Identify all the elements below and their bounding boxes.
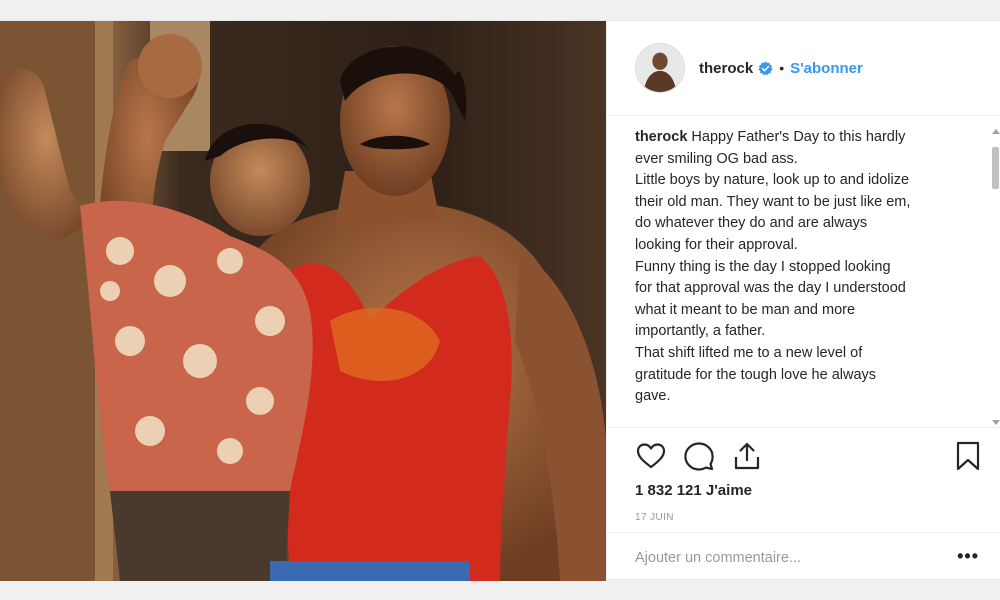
bookmark-icon[interactable] xyxy=(953,440,983,472)
caption-line: do whatever they do and are always xyxy=(635,215,868,232)
post-actions: 1 832 121 J'aime 17 JUIN ••• xyxy=(607,427,1000,581)
username-link[interactable]: therock xyxy=(699,60,753,77)
comment-input[interactable] xyxy=(635,549,935,566)
caption-line: importantly, a father. xyxy=(635,323,766,340)
caption-line: Little boys by nature, look up to and id… xyxy=(635,172,910,189)
like-count[interactable]: 1 832 121 J'aime xyxy=(635,482,752,499)
caption-text: Happy Father's Day to this hardly xyxy=(691,129,906,145)
post-header: therock • S'abonner xyxy=(607,21,1000,116)
comment-bar: ••• xyxy=(607,532,1000,582)
caption-username[interactable]: therock xyxy=(635,129,687,145)
action-icons xyxy=(635,440,779,472)
post-photo[interactable] xyxy=(0,21,606,581)
scrollbar-thumb[interactable] xyxy=(992,147,999,189)
caption-line: therock Happy Father's Day to this hardl… xyxy=(635,127,983,149)
caption-line: for that approval was the day I understo… xyxy=(635,280,906,297)
post-sidebar: therock • S'abonner therock Happy Father… xyxy=(606,21,1000,581)
avatar[interactable] xyxy=(635,43,685,93)
scroll-down-arrow-icon[interactable] xyxy=(992,420,1000,425)
avatar-image xyxy=(636,44,684,92)
post-photo-image xyxy=(0,21,606,581)
verified-badge-icon xyxy=(758,60,773,75)
caption-line: That shift lifted me to a new level of xyxy=(635,344,863,361)
post-date[interactable]: 17 JUIN xyxy=(635,512,674,523)
caption-line: what it meant to be man and more xyxy=(635,301,856,318)
speech-bubble-icon[interactable] xyxy=(683,440,715,472)
caption-line: their old man. They want to be just like… xyxy=(635,193,911,210)
post-caption: therock Happy Father's Day to this hardl… xyxy=(635,127,983,427)
more-options-icon[interactable]: ••• xyxy=(957,547,979,565)
caption-line: looking for their approval. xyxy=(635,236,798,253)
follow-button[interactable]: S'abonner xyxy=(790,60,863,77)
caption-line: gratitude for the tough love he always xyxy=(635,366,877,383)
instagram-post: therock • S'abonner therock Happy Father… xyxy=(0,20,1000,581)
caption-line: Funny thing is the day I stopped looking xyxy=(635,258,891,275)
caption-line: gave. xyxy=(635,388,671,405)
heart-icon[interactable] xyxy=(635,440,667,472)
scroll-up-arrow-icon[interactable] xyxy=(992,129,1000,134)
share-icon[interactable] xyxy=(731,440,763,472)
caption-scrollbar[interactable] xyxy=(990,127,1000,427)
separator-dot: • xyxy=(779,60,785,76)
caption-line: ever smiling OG bad ass. xyxy=(635,150,798,167)
